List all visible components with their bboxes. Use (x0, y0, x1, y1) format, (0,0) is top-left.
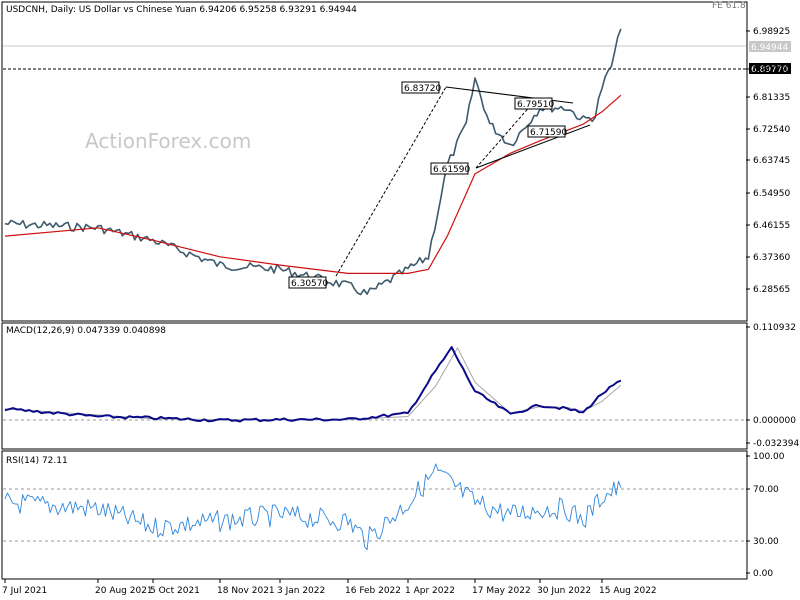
x-tick-label: 7 Jul 2021 (2, 586, 47, 596)
chart-window: USDCNH, Daily: US Dollar vs Chinese Yuan… (0, 0, 800, 600)
rsi-y-tick-label: 70.00 (753, 485, 779, 495)
macd-title: MACD(12,26,9) 0.047339 0.040898 (6, 326, 166, 336)
rsi-y-tick-label: 0.00 (753, 569, 773, 579)
x-tick-label: 20 Aug 2021 (95, 586, 153, 596)
price-annotation-label: 6.83720 (404, 84, 441, 94)
main-y-tick-label: 6.28565 (753, 285, 790, 295)
main-y-tick-label: 6.90130 (753, 65, 790, 75)
annotation-layer: 6.83720 6.79510 6.71590 6.61590 6.30570 (288, 81, 591, 289)
axis-layer: 6.98925 6.90130 6.81335 6.72540 6.63745 6.549… (2, 27, 799, 596)
x-tick-label: 16 Feb 2022 (345, 586, 401, 596)
macd-y-tick-label: 0.110932 (753, 323, 796, 333)
watermark: ActionForex.com (85, 129, 251, 153)
x-tick-label: 5 Oct 2021 (150, 586, 200, 596)
main-y-tick-label: 6.46155 (753, 221, 790, 231)
wave-line-2 (475, 103, 533, 169)
fib-label: FE 61.8 (712, 1, 746, 11)
x-tick-label: 18 Nov 2021 (217, 586, 275, 596)
macd-y-tick-label: 0.000000 (753, 416, 796, 426)
x-tick-label: 3 Jan 2022 (277, 586, 325, 596)
sma-line (4, 94, 622, 274)
x-tick-label: 1 Apr 2022 (405, 586, 455, 596)
macd-line (4, 346, 622, 423)
main-y-tick-label: 6.98925 (753, 27, 790, 37)
chart-title: USDCNH, Daily: US Dollar vs Chinese Yuan… (6, 5, 357, 15)
x-tick-label: 15 Aug 2022 (599, 586, 657, 596)
main-y-tick-label: 6.54950 (753, 189, 790, 199)
main-y-tick-label: 6.81335 (753, 93, 790, 103)
x-tick-label: 17 May 2022 (472, 586, 531, 596)
rsi-line (4, 463, 622, 551)
rsi-title: RSI(14) 72.11 (6, 456, 68, 466)
x-tick-label: 30 Jun 2022 (537, 586, 591, 596)
chart-canvas: USDCNH, Daily: US Dollar vs Chinese Yuan… (1, 1, 799, 596)
series-layer (3, 28, 746, 551)
main-y-tick-label: 6.63745 (753, 156, 790, 166)
macd-panel-frame (1, 322, 748, 450)
macd-y-tick-label: -0.032394 (753, 439, 799, 449)
price-annotation-label: 6.30570 (291, 279, 328, 289)
price-annotation-label: 6.61590 (433, 165, 470, 175)
rsi-y-tick-label: 30.00 (753, 537, 779, 547)
price-annotation-label: 6.71590 (530, 128, 567, 138)
current-price-tag-text: 6.94944 (751, 43, 788, 53)
rsi-y-tick-label: 100.00 (753, 452, 785, 462)
main-y-tick-label: 6.72540 (753, 125, 790, 135)
main-y-tick-label: 6.37360 (753, 253, 790, 263)
price-annotation-label: 6.79510 (517, 100, 554, 110)
